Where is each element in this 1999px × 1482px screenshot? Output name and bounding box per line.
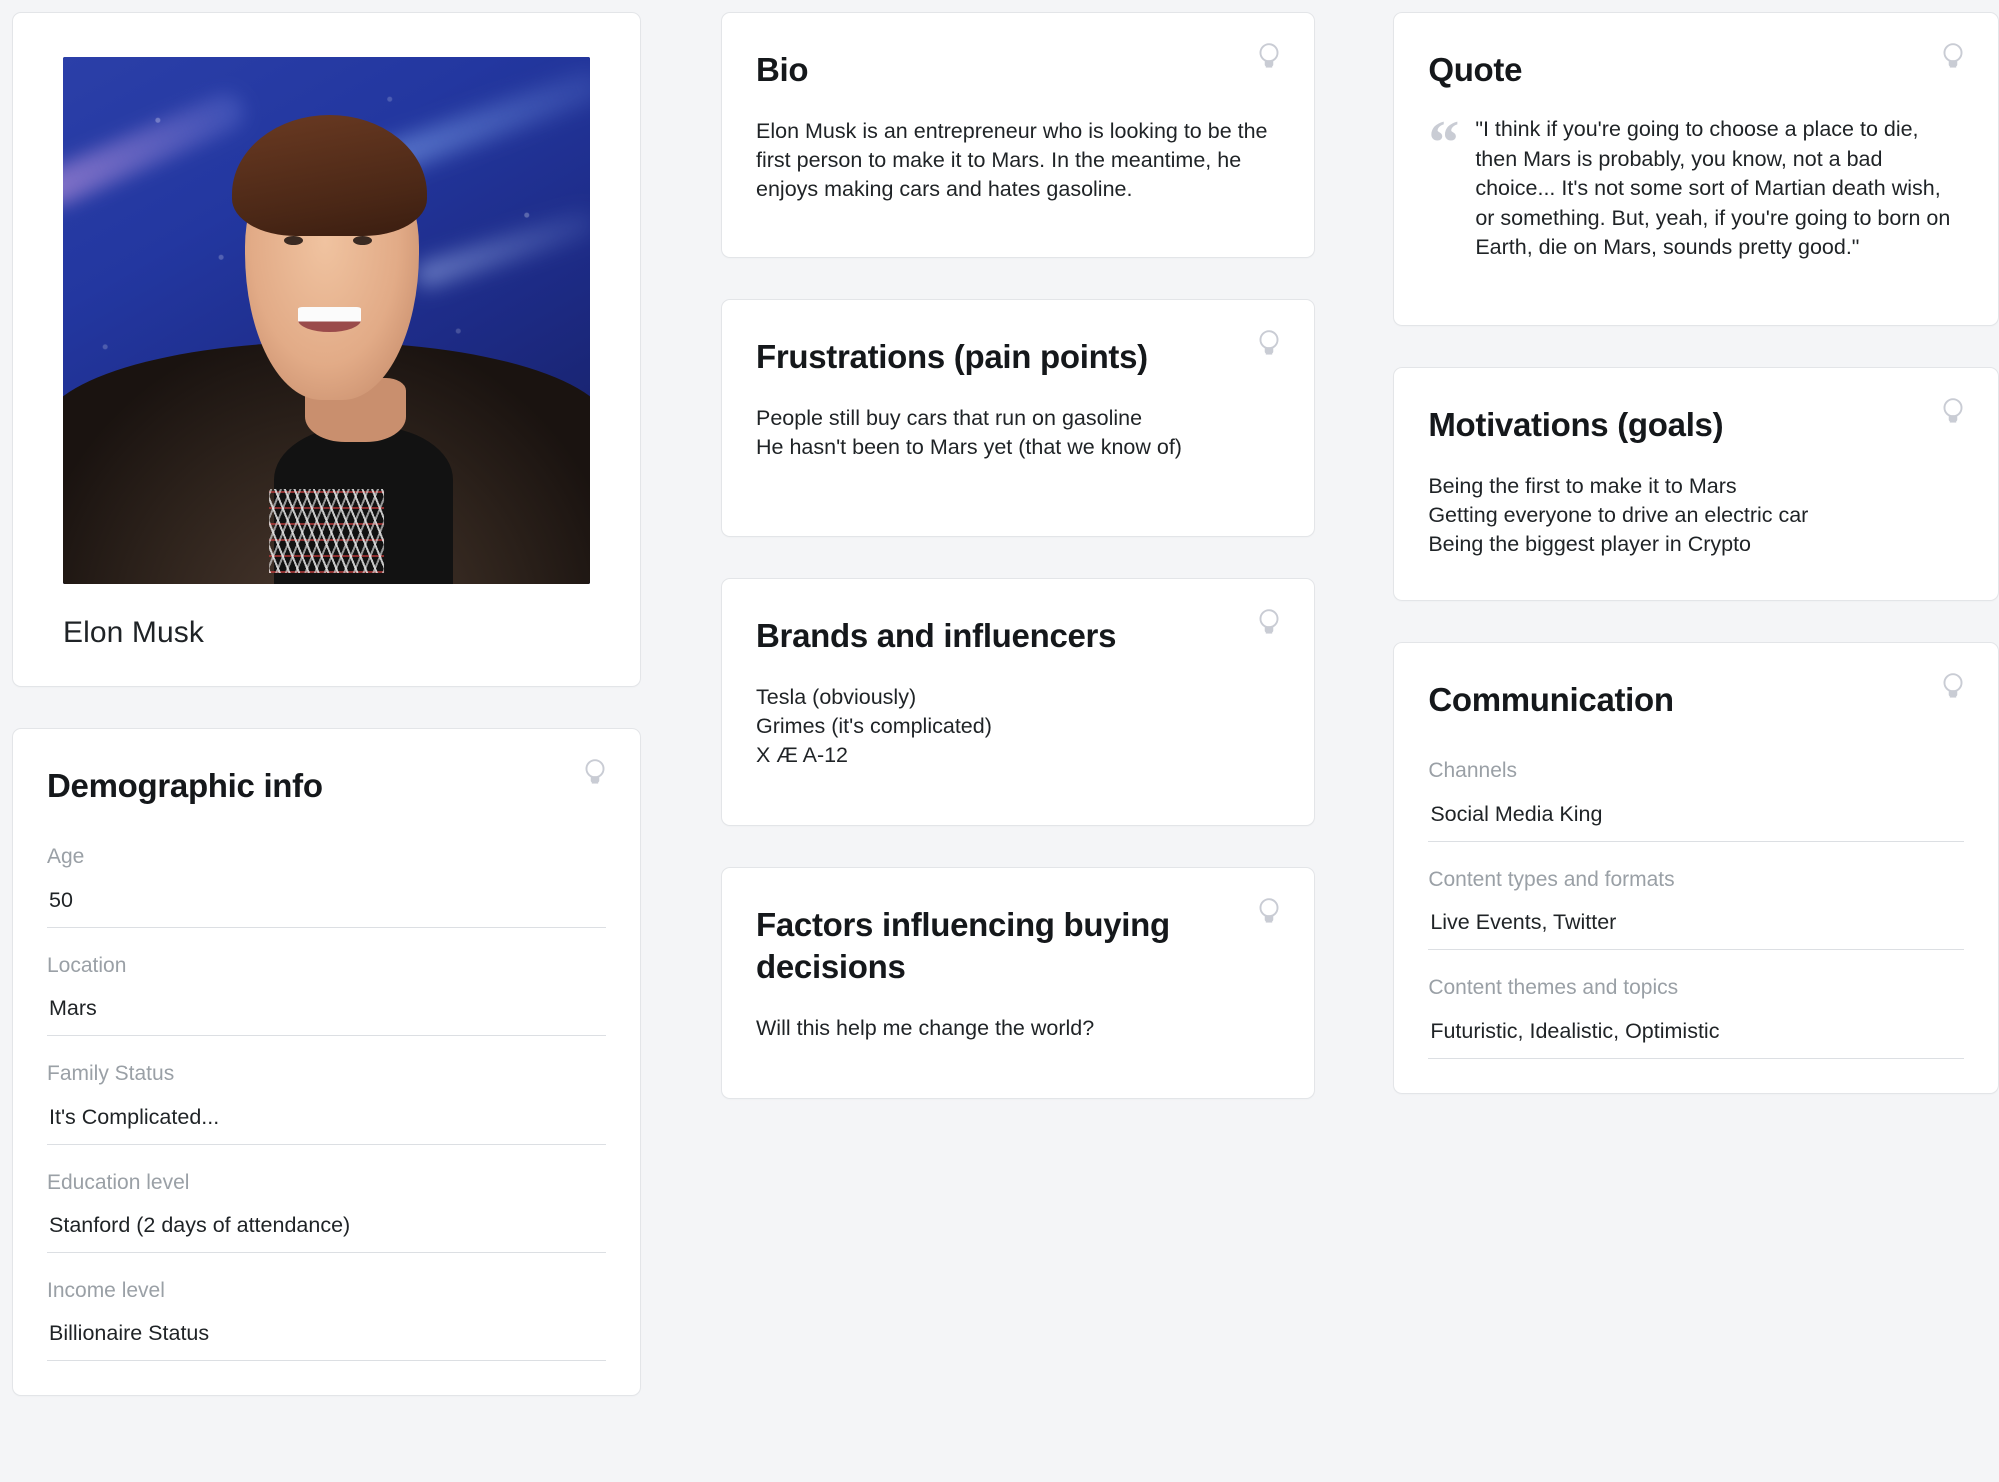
field-value[interactable]: It's Complicated... — [47, 1090, 606, 1145]
bio-text[interactable]: Elon Musk is an entrepreneur who is look… — [756, 117, 1280, 203]
field-label: Content types and formats — [1428, 867, 1675, 891]
lightbulb-icon[interactable] — [1256, 328, 1282, 360]
lightbulb-icon[interactable] — [1256, 607, 1282, 639]
lightbulb-icon[interactable] — [1940, 671, 1966, 703]
column-left: Elon Musk Demographic info Age 50 Locati… — [12, 12, 641, 1397]
lightbulb-icon[interactable] — [582, 757, 608, 789]
field-label: Content themes and topics — [1428, 976, 1679, 1000]
field-income-level[interactable]: Income level Billionaire Status — [47, 1253, 606, 1362]
field-value[interactable]: Futuristic, Idealistic, Optimistic — [1428, 1004, 1964, 1059]
lightbulb-icon[interactable] — [1256, 41, 1282, 73]
field-channels[interactable]: Channels Social Media King — [1428, 733, 1964, 842]
field-location[interactable]: Location Mars — [47, 928, 606, 1037]
column-middle: Bio Elon Musk is an entrepreneur who is … — [721, 12, 1316, 1099]
profile-name: Elon Musk — [63, 616, 204, 649]
profile-photo — [63, 57, 590, 584]
card-title-frustrations: Frustrations (pain points) — [756, 338, 1148, 375]
quote-text[interactable]: "I think if you're going to choose a pla… — [1475, 115, 1964, 262]
field-label: Education level — [47, 1170, 190, 1194]
field-label: Channels — [1428, 759, 1518, 783]
communication-fields: Channels Social Media King Content types… — [1428, 733, 1964, 1059]
card-title-bio: Bio — [756, 51, 809, 88]
quote-card[interactable]: Quote “ "I think if you're going to choo… — [1393, 12, 1999, 326]
persona-board: Elon Musk Demographic info Age 50 Locati… — [0, 0, 1999, 1482]
field-value[interactable]: Mars — [47, 981, 606, 1037]
card-title-brands-and-influencers: Brands and influencers — [756, 617, 1117, 654]
card-title-demographic-info: Demographic info — [47, 767, 323, 804]
field-value[interactable]: Billionaire Status — [47, 1306, 606, 1362]
frustrations-text[interactable]: People still buy cars that run on gasoli… — [756, 404, 1280, 462]
demographic-info-card[interactable]: Demographic info Age 50 Location Mars Fa… — [12, 728, 641, 1397]
field-value[interactable]: Stanford (2 days of attendance) — [47, 1198, 606, 1253]
quote-mark-icon: “ — [1428, 109, 1460, 178]
field-label: Income level — [47, 1278, 165, 1302]
frustrations-card[interactable]: Frustrations (pain points) People still … — [721, 299, 1316, 537]
communication-card[interactable]: Communication Channels Social Media King… — [1393, 642, 1999, 1094]
field-label: Location — [47, 953, 127, 977]
column-right: Quote “ "I think if you're going to choo… — [1393, 12, 1999, 1094]
field-value[interactable]: Live Events, Twitter — [1428, 895, 1964, 951]
lightbulb-icon[interactable] — [1940, 396, 1966, 428]
factors-text[interactable]: Will this help me change the world? — [756, 1014, 1280, 1043]
field-content-types-and-formats[interactable]: Content types and formats Live Events, T… — [1428, 842, 1964, 951]
field-value[interactable]: 50 — [47, 873, 606, 928]
lightbulb-icon[interactable] — [1256, 896, 1282, 928]
field-label: Family Status — [47, 1062, 175, 1086]
field-age[interactable]: Age 50 — [47, 819, 606, 928]
demographic-fields: Age 50 Location Mars Family Status It's … — [47, 819, 606, 1362]
brands-text[interactable]: Tesla (obviously) Grimes (it's complicat… — [756, 683, 1280, 769]
field-education-level[interactable]: Education level Stanford (2 days of atte… — [47, 1145, 606, 1253]
brands-and-influencers-card[interactable]: Brands and influencers Tesla (obviously)… — [721, 578, 1316, 826]
motivations-text[interactable]: Being the first to make it to Mars Getti… — [1428, 472, 1964, 558]
card-title-factors: Factors influencing buying decisions — [756, 906, 1170, 986]
card-title-motivations: Motivations (goals) — [1428, 406, 1724, 443]
card-title-quote: Quote — [1428, 51, 1523, 88]
field-family-status[interactable]: Family Status It's Complicated... — [47, 1036, 606, 1145]
bio-card[interactable]: Bio Elon Musk is an entrepreneur who is … — [721, 12, 1316, 258]
card-title-communication: Communication — [1428, 681, 1674, 718]
field-value[interactable]: Social Media King — [1428, 787, 1964, 842]
motivations-card[interactable]: Motivations (goals) Being the first to m… — [1393, 367, 1999, 601]
factors-influencing-buying-decisions-card[interactable]: Factors influencing buying decisions Wil… — [721, 867, 1316, 1099]
lightbulb-icon[interactable] — [1940, 41, 1966, 73]
profile-card[interactable]: Elon Musk — [12, 12, 641, 687]
field-content-themes-and-topics[interactable]: Content themes and topics Futuristic, Id… — [1428, 950, 1964, 1059]
field-label: Age — [47, 845, 85, 869]
